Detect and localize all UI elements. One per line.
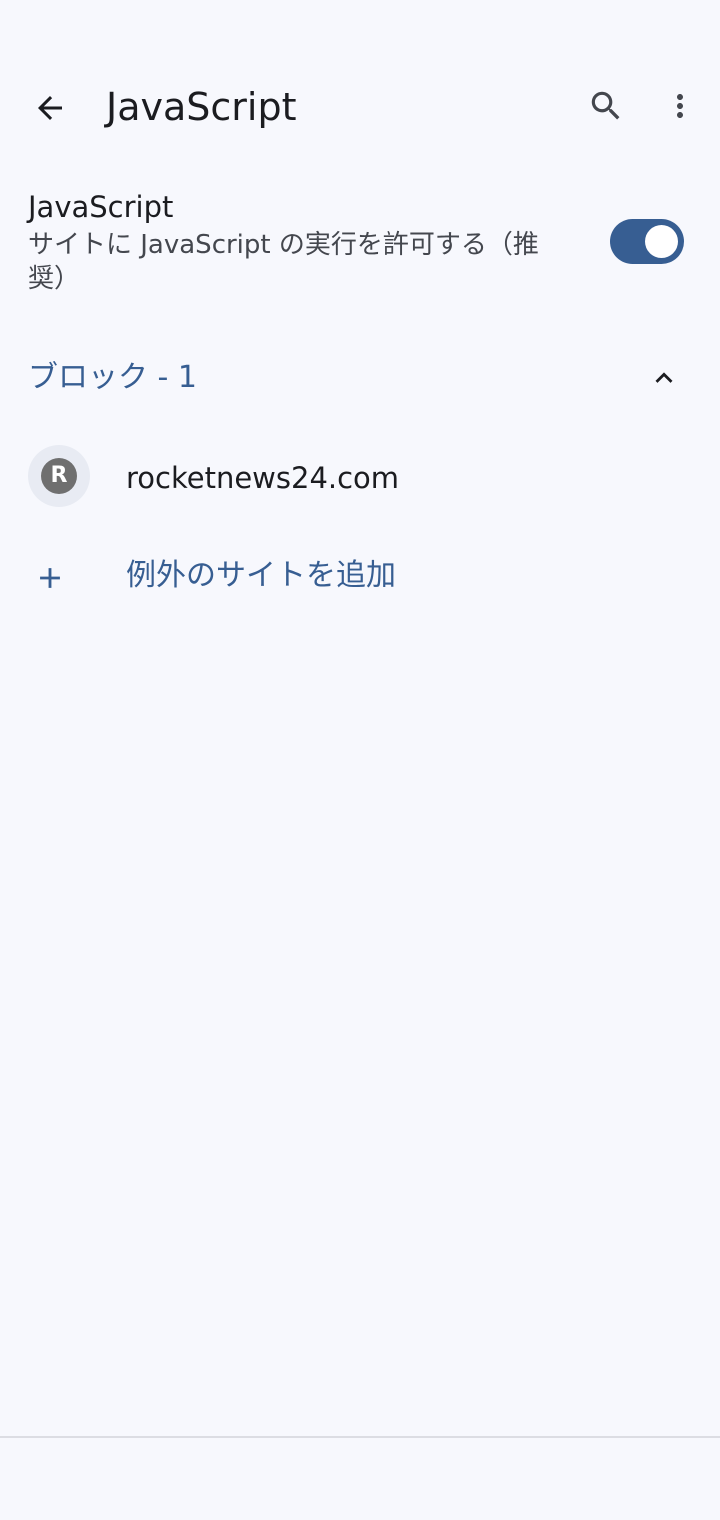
more-vert-icon [677, 94, 683, 118]
site-avatar-letter: R [41, 458, 77, 494]
site-favicon: R [28, 445, 90, 507]
page-title: JavaScript [106, 85, 297, 129]
toggle-knob [645, 225, 678, 258]
javascript-setting-row[interactable]: JavaScript サイトに JavaScript の実行を許可する（推奨） [0, 180, 720, 310]
search-button[interactable] [582, 82, 630, 130]
arrow-back-icon [38, 96, 62, 120]
collapse-button[interactable] [640, 356, 688, 400]
add-icon [30, 558, 70, 598]
javascript-toggle-switch[interactable] [610, 219, 684, 264]
site-name: rocketnews24.com [126, 461, 400, 495]
back-button[interactable] [26, 84, 74, 132]
add-exception-button[interactable]: 例外のサイトを追加 [0, 546, 720, 610]
blocked-section-title: ブロック - 1 [28, 360, 197, 395]
chevron-up-icon [655, 372, 673, 383]
more-options-button[interactable] [658, 82, 702, 130]
setting-title: JavaScript [28, 190, 174, 224]
bottom-divider [0, 1436, 720, 1438]
add-exception-label: 例外のサイトを追加 [126, 558, 396, 593]
search-icon [591, 91, 620, 120]
top-app-bar: JavaScript [0, 56, 720, 160]
blocked-section-header[interactable]: ブロック - 1 [0, 348, 720, 408]
setting-summary: サイトに JavaScript の実行を許可する（推奨） [28, 230, 539, 294]
site-list-item[interactable]: R rocketnews24.com [0, 440, 720, 520]
